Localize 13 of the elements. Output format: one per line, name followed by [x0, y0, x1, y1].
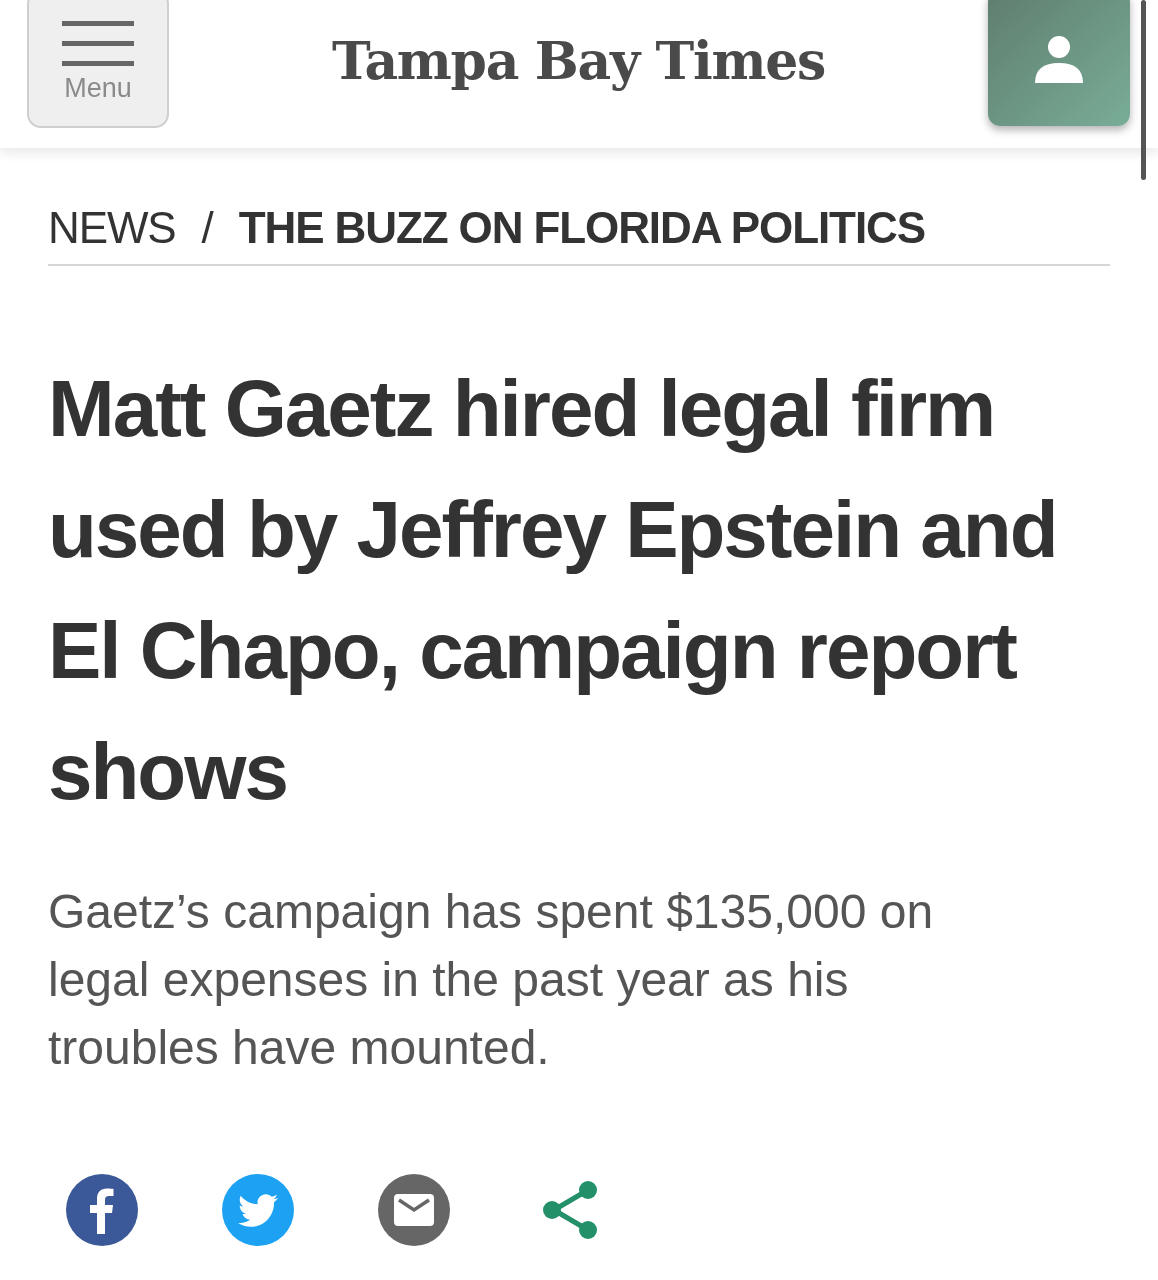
- person-icon: [1034, 33, 1084, 83]
- breadcrumb-separator: /: [201, 206, 213, 250]
- breadcrumb-link[interactable]: NEWS: [48, 206, 176, 250]
- email-share-button[interactable]: [378, 1174, 450, 1246]
- site-logo[interactable]: Tampa Bay Times: [332, 22, 825, 100]
- headline: Matt Gaetz hired legal firm used by Jeffrey Epstein and El Chapo, campaign report shows: [48, 363, 1058, 818]
- scrollbar[interactable]: [1141, 0, 1146, 180]
- menu-icon: [62, 19, 134, 67]
- article-summary: Gaetz’s campaign has spent $135,000 on legal expenses in the past year as his troubles have mounted.: [48, 884, 935, 1076]
- breadcrumb-link[interactable]: THE BUZZ ON FLORIDA POLITICS: [238, 206, 925, 250]
- twitter-share-button[interactable]: [222, 1174, 294, 1246]
- facebook-share-button[interactable]: [66, 1174, 138, 1246]
- account-button[interactable]: [988, 0, 1130, 126]
